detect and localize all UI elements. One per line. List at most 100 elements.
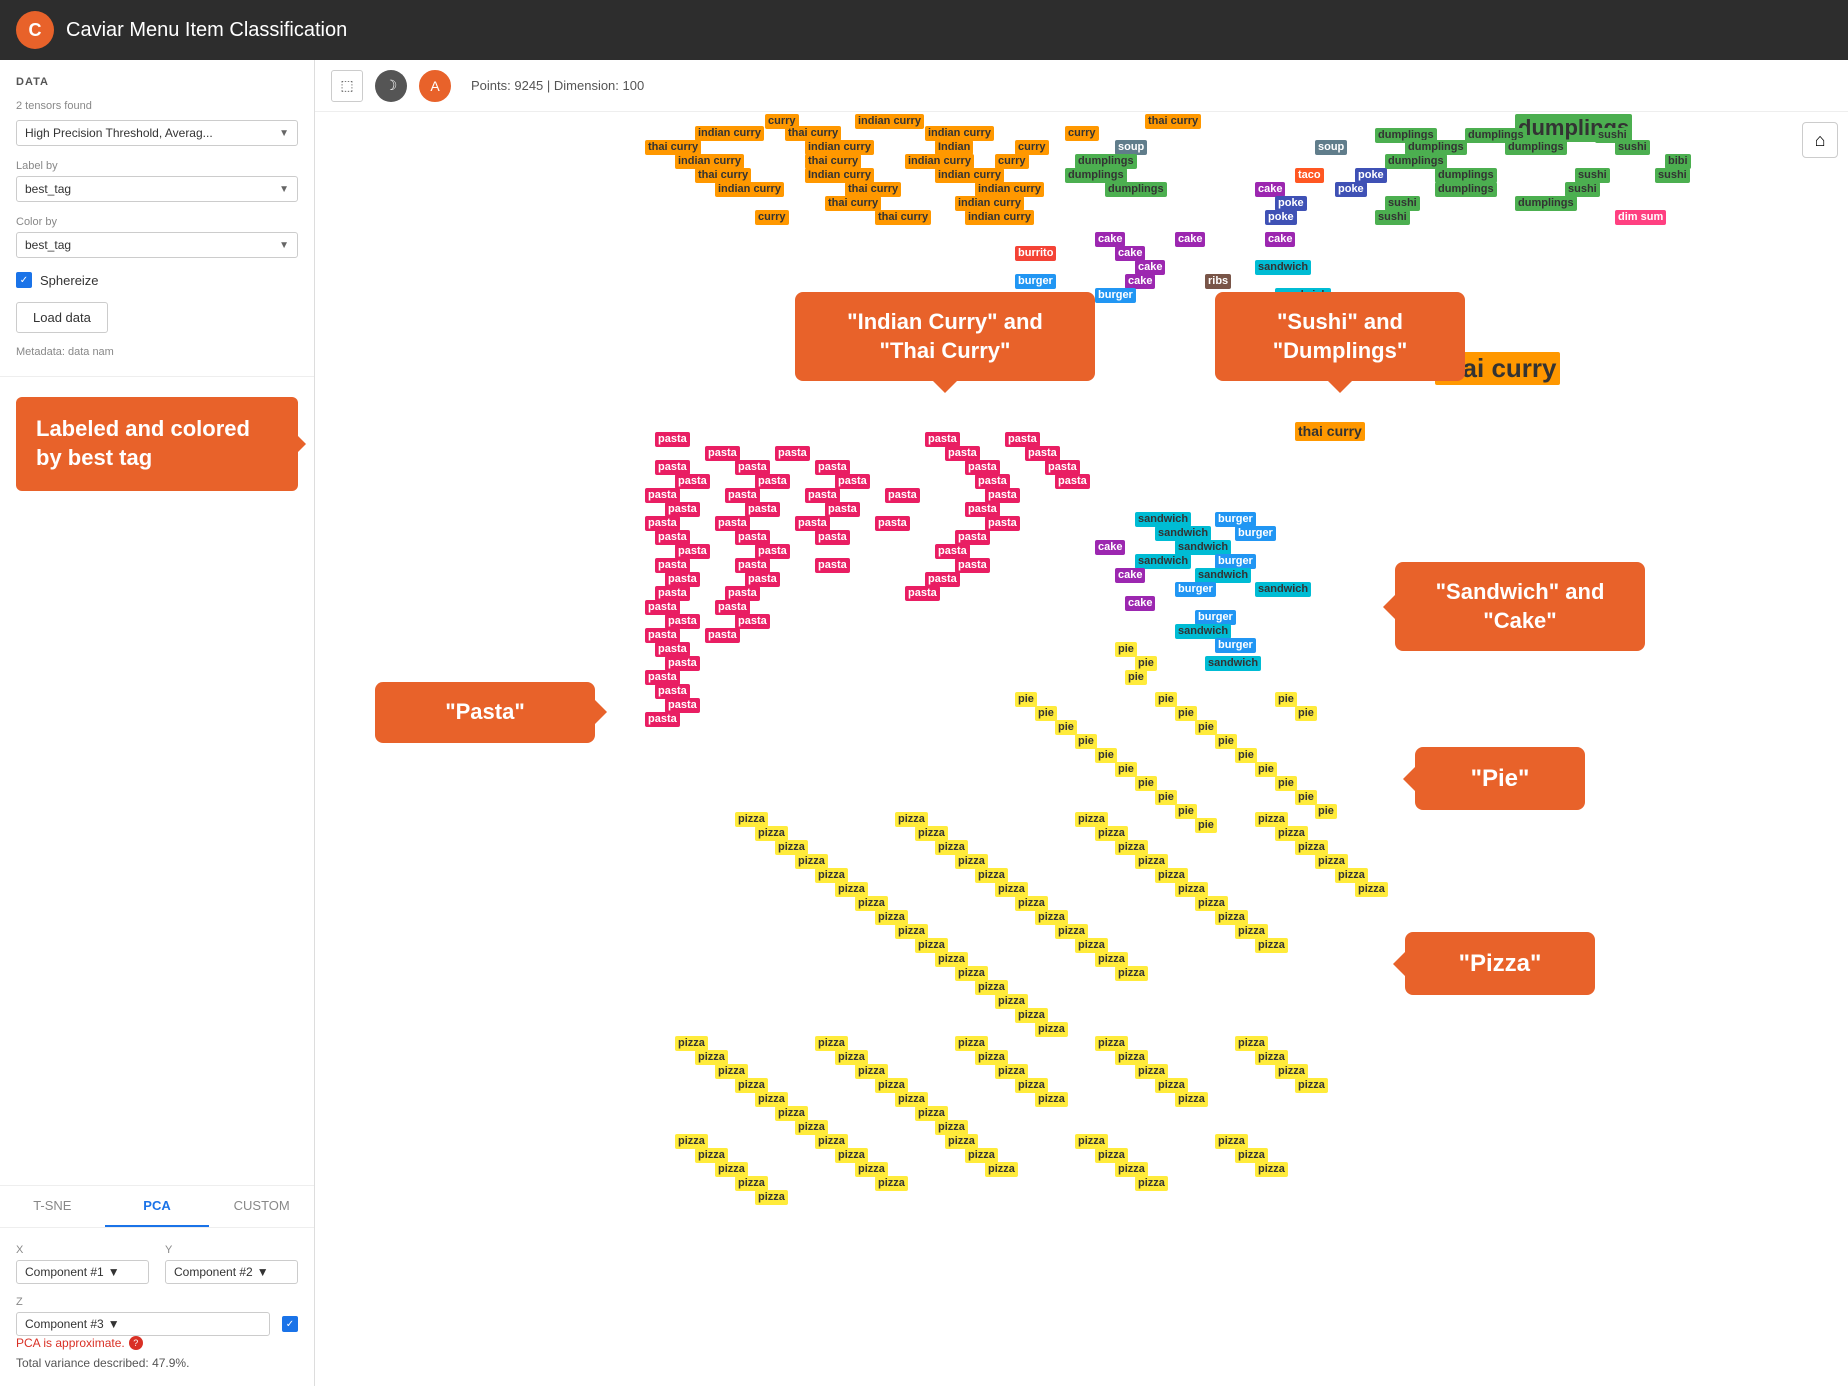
tag-pasta: pasta [705,446,740,461]
load-data-button[interactable]: Load data [16,302,108,333]
x-component-select[interactable]: Component #1 ▼ [16,1260,149,1284]
tag-sandwich: sandwich [1255,260,1311,275]
tag-pasta: pasta [705,628,740,643]
tag-pasta: pasta [655,642,690,657]
tag-pizza: pizza [1015,896,1048,911]
threshold-select[interactable]: High Precision Threshold, Averag... ▼ [16,120,298,146]
xy-component-row: X Component #1 ▼ Y Component #2 ▼ [16,1244,298,1284]
tag-pasta: pasta [665,614,700,629]
z-checkbox[interactable]: ✓ [282,1316,298,1332]
tag-pie: pie [1275,776,1297,791]
tag-pasta: pasta [735,558,770,573]
sidebar: DATA 2 tensors found High Precision Thre… [0,60,315,1386]
label-by-select[interactable]: best_tag ▼ [16,176,298,202]
viz-canvas[interactable]: ⌂ thai curryindian currycurryindian curr… [315,112,1848,1386]
y-chevron-icon: ▼ [257,1265,269,1279]
tag-pizza: pizza [1255,1162,1288,1177]
y-component-select[interactable]: Component #2 ▼ [165,1260,298,1284]
tag-pizza: pizza [955,854,988,869]
tag-pizza: pizza [715,1064,748,1079]
tag-pizza: pizza [815,1036,848,1051]
tag-sandwich: sandwich [1255,582,1311,597]
night-mode-button[interactable]: ☽ [375,70,407,102]
tag-pasta: pasta [655,432,690,447]
tag-indian-curry: indian curry [935,168,1004,183]
tag-pizza: pizza [915,826,948,841]
metadata-value: Metadata: data nam [16,346,114,358]
color-by-select[interactable]: best_tag ▼ [16,232,298,258]
tag-sandwich: sandwich [1155,526,1211,541]
tag-poke: poke [1275,196,1307,211]
tag-pizza: pizza [1295,840,1328,855]
z-value: Component #3 [25,1317,104,1331]
tag-soup: soup [1115,140,1147,155]
tag-pizza: pizza [795,854,828,869]
tag-pizza: pizza [1255,1050,1288,1065]
select-box-icon[interactable]: ⬚ [331,70,363,102]
tag-sushi: sushi [1655,168,1690,183]
tag-pizza: pizza [735,812,768,827]
label-by-chevron-icon: ▼ [279,184,289,195]
tag-pizza: pizza [935,1120,968,1135]
tag-curry: curry [1015,140,1049,155]
tag-pizza: pizza [1255,938,1288,953]
tab-pca[interactable]: PCA [105,1186,210,1227]
tag-burger: burger [1215,554,1256,569]
x-chevron-icon: ▼ [108,1265,120,1279]
tag-pizza: pizza [995,882,1028,897]
y-component-group: Y Component #2 ▼ [165,1244,298,1284]
tab-tsne[interactable]: T-SNE [0,1186,105,1227]
tag-pizza: pizza [1235,1148,1268,1163]
sphereize-label: Sphereize [40,273,99,288]
tag-dumplings: dumplings [1105,182,1167,197]
callout-indian-thai: "Indian Curry" and "Thai Curry" [795,292,1095,381]
tab-custom[interactable]: CUSTOM [209,1186,314,1227]
tag-pasta: pasta [735,614,770,629]
tag-pasta: pasta [835,474,870,489]
tag-pizza: pizza [1155,868,1188,883]
tag-pizza: pizza [915,938,948,953]
tag-pizza: pizza [1315,854,1348,869]
tag-pizza: pizza [1215,910,1248,925]
tag-burger: burger [1015,274,1056,289]
tag-pizza: pizza [695,1050,728,1065]
tag-pasta: pasta [965,460,1000,475]
tag-poke: poke [1355,168,1387,183]
tag-dumplings: dumplings [1405,140,1467,155]
annotate-button[interactable]: A [419,70,451,102]
pca-help-icon[interactable]: ? [129,1336,143,1350]
tag-pie: pie [1135,656,1157,671]
sidebar-top: DATA 2 tensors found High Precision Thre… [0,60,314,377]
z-chevron-icon: ▼ [108,1317,120,1331]
tag-indian-curry: indian curry [695,126,764,141]
metadata-text: Metadata: data nam [16,345,298,360]
home-button[interactable]: ⌂ [1802,122,1838,158]
tag-poke: poke [1265,210,1297,225]
tag-pizza: pizza [1215,1134,1248,1149]
tag-pasta: pasta [1025,446,1060,461]
tag-pizza: pizza [995,1064,1028,1079]
tag-pasta: pasta [715,600,750,615]
tag-pasta: pasta [975,474,1010,489]
tag-sushi: sushi [1565,182,1600,197]
threshold-label: High Precision Threshold, Averag... [25,126,213,140]
tag-pizza: pizza [955,1036,988,1051]
tag-pizza: pizza [1275,1064,1308,1079]
tag-pasta: pasta [955,558,990,573]
logo-letter: C [29,20,42,41]
tag-cake: cake [1135,260,1165,275]
tag-pizza: pizza [1135,1064,1168,1079]
tag-pizza: pizza [1015,1078,1048,1093]
tag-pasta: pasta [655,684,690,699]
z-component-select[interactable]: Component #3 ▼ [16,1312,270,1336]
tag-pasta: pasta [1045,460,1080,475]
tag-pie: pie [1175,804,1197,819]
sphereize-checkbox[interactable]: ✓ [16,272,32,288]
tag-indian-curry: indian curry [805,140,874,155]
x-value: Component #1 [25,1265,104,1279]
tag-burger: burger [1175,582,1216,597]
label-by-value: best_tag [25,182,71,196]
tag-pasta: pasta [755,474,790,489]
y-value: Component #2 [174,1265,253,1279]
tag-pizza: pizza [835,882,868,897]
